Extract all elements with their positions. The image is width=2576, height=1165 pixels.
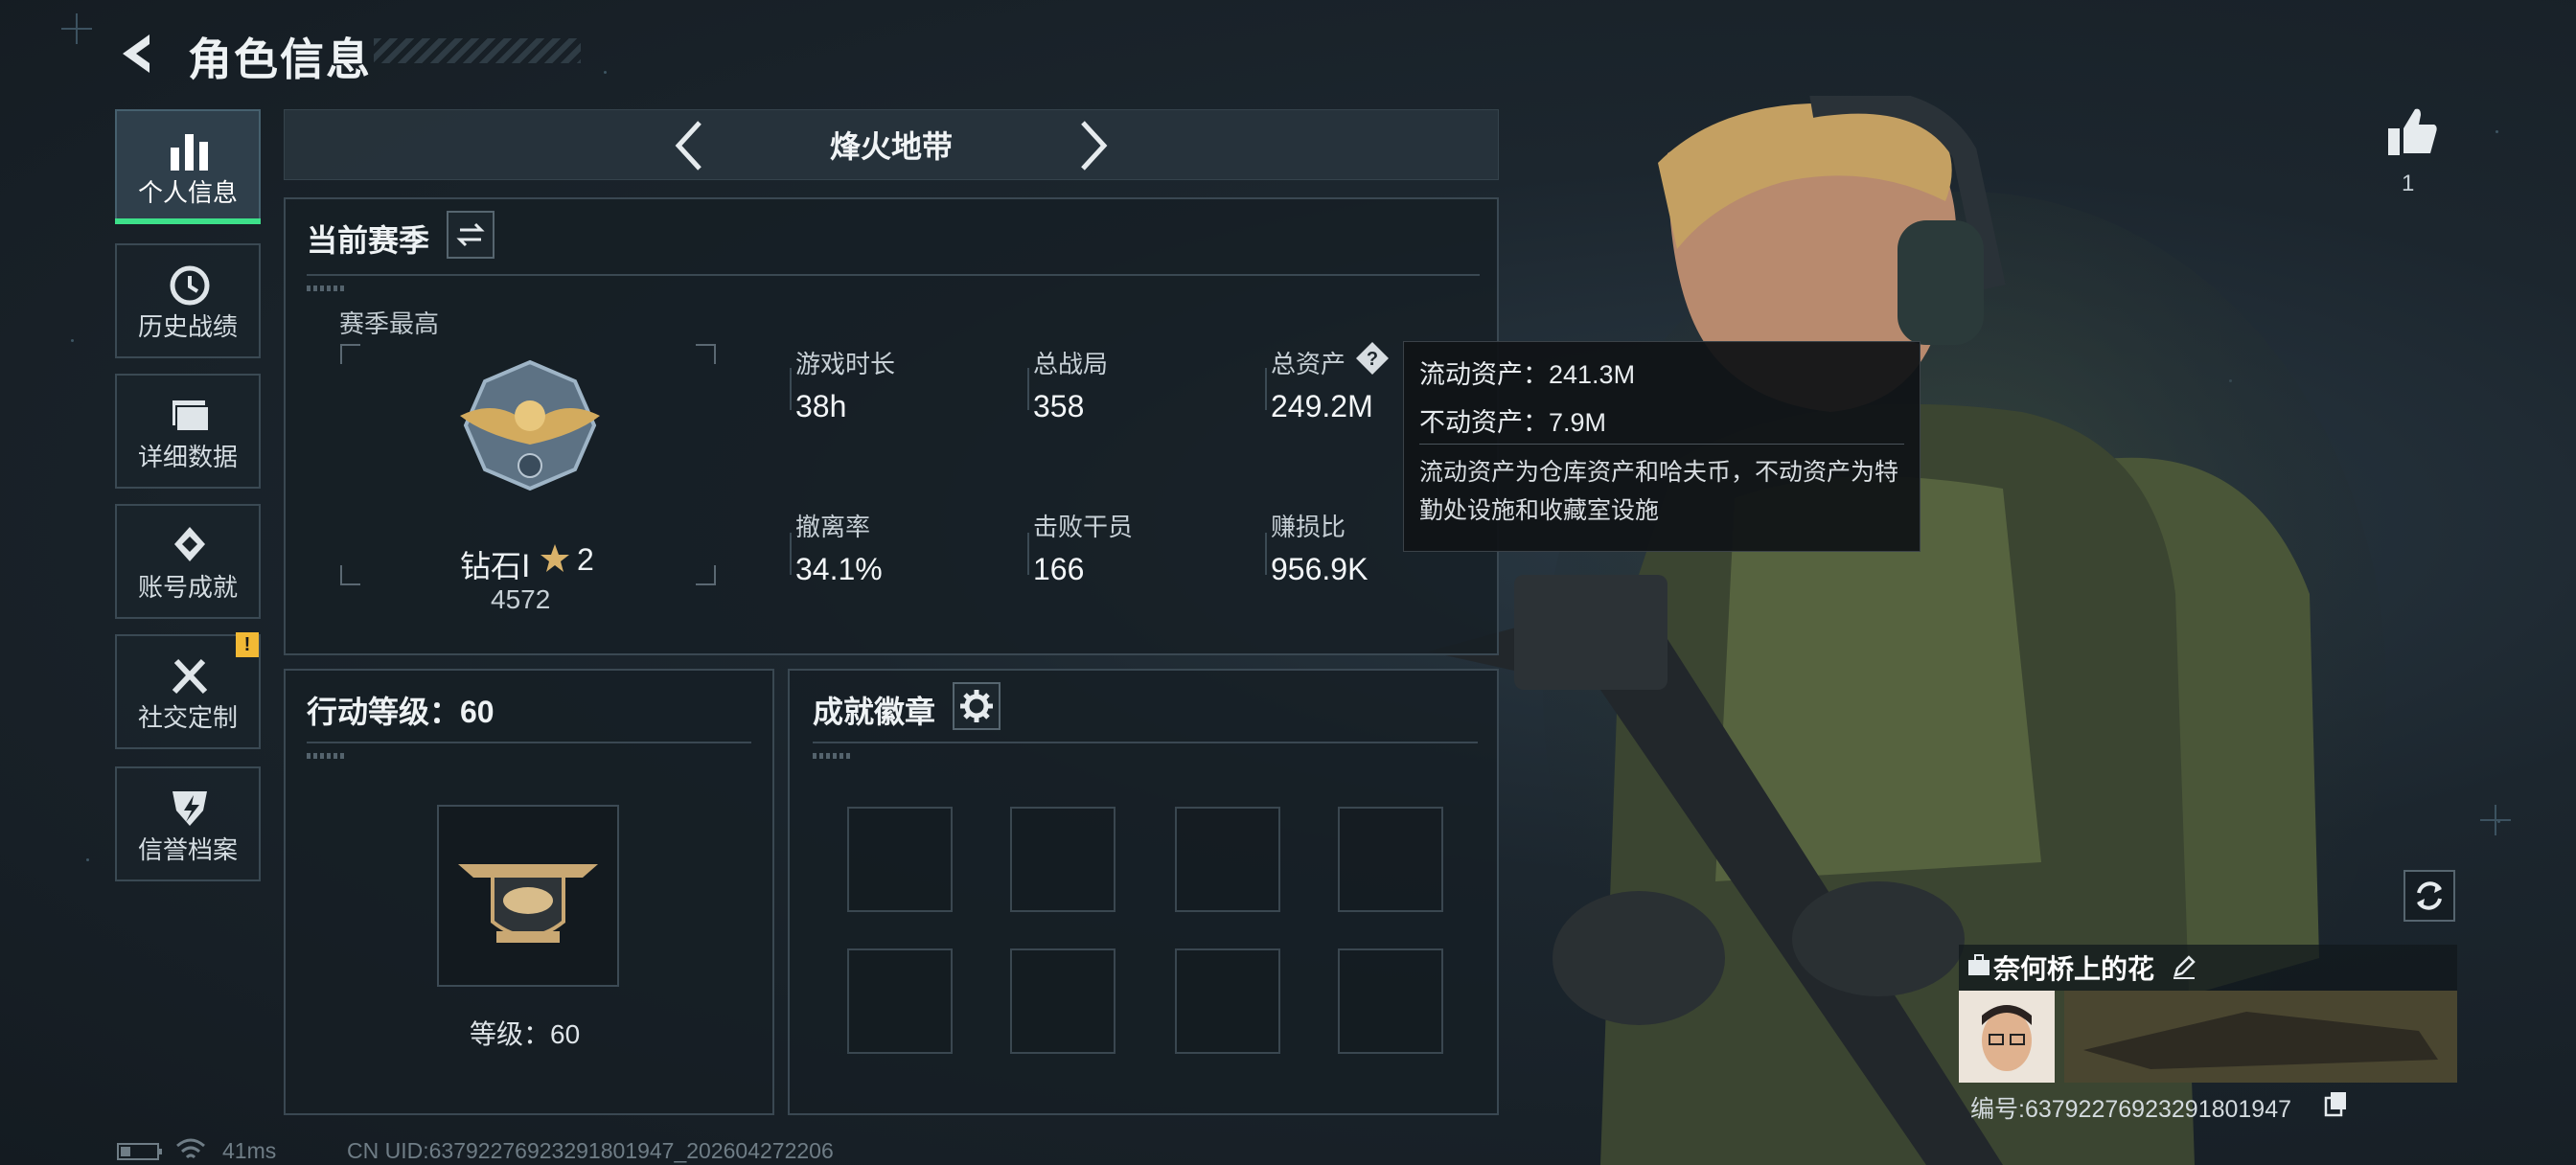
svg-text:?: ? bbox=[1367, 349, 1378, 370]
tooltip-fixed-assets: 不动资产：7.9M bbox=[1419, 408, 1607, 437]
stat-value: 249.2M bbox=[1271, 389, 1373, 423]
rank-name: 钻石Ⅰ bbox=[460, 549, 531, 583]
sidebar-item-label: 社交定制 bbox=[137, 703, 238, 732]
star-icon bbox=[540, 544, 569, 572]
achievement-icon bbox=[174, 527, 205, 561]
bar-chart-icon bbox=[171, 134, 208, 171]
refresh-button[interactable] bbox=[2404, 870, 2455, 922]
divider bbox=[1419, 444, 1904, 445]
avatar[interactable] bbox=[1959, 991, 2055, 1083]
chevron-right-icon[interactable] bbox=[1073, 119, 1112, 172]
season-title: 当前赛季 bbox=[307, 223, 430, 258]
divider bbox=[307, 274, 1480, 276]
sidebar-item-achievements[interactable]: 账号成就 bbox=[115, 504, 261, 619]
help-button[interactable]: ? bbox=[1355, 341, 1390, 376]
edit-pencil-icon[interactable] bbox=[2170, 952, 2198, 981]
season-best-label: 赛季最高 bbox=[339, 309, 440, 338]
stat-label: 游戏时长 bbox=[795, 350, 896, 378]
tooltip-description: 流动资产为仓库资产和哈夫币，不动资产为特勤处设施和收藏室设施 bbox=[1419, 459, 1899, 524]
refresh-icon bbox=[2417, 881, 2442, 910]
level-emblem-frame bbox=[437, 805, 619, 987]
divider bbox=[813, 742, 1478, 743]
crosshair-decoration bbox=[2480, 805, 2511, 835]
player-name: 奈何桥上的花 bbox=[1993, 954, 2155, 984]
badges-title: 成就徽章 bbox=[813, 695, 936, 729]
gear-icon bbox=[960, 690, 993, 722]
badge-slot[interactable] bbox=[1010, 807, 1116, 912]
badge-slot[interactable] bbox=[847, 948, 953, 1054]
stat-label: 总战局 bbox=[1033, 350, 1109, 378]
switch-season-button[interactable] bbox=[447, 211, 494, 259]
stat-label: 总资产 bbox=[1271, 350, 1346, 378]
stat-label: 赚损比 bbox=[1271, 513, 1346, 541]
footer-uid: CN UID:63792276923291801947_202604272206 bbox=[347, 1138, 834, 1163]
notification-badge: ! bbox=[236, 632, 259, 657]
sidebar-item-reputation[interactable]: 信誉档案 bbox=[115, 766, 261, 881]
mode-title: 烽火地带 bbox=[829, 129, 953, 164]
sidebar-item-label: 历史战绩 bbox=[137, 312, 238, 341]
crosshair-decoration bbox=[61, 13, 92, 44]
back-arrow-icon[interactable] bbox=[113, 29, 161, 79]
battery-icon bbox=[117, 1143, 162, 1160]
player-id: 编号:63792276923291801947 bbox=[1970, 1096, 2292, 1123]
sidebar-item-label: 账号成就 bbox=[137, 573, 238, 602]
copy-icon[interactable] bbox=[2323, 1090, 2350, 1117]
rank-emblem-icon bbox=[460, 359, 600, 491]
sidebar-item-label: 个人信息 bbox=[137, 178, 238, 207]
divider bbox=[307, 742, 751, 743]
rank-stars: 2 bbox=[577, 542, 594, 577]
badge-slot[interactable] bbox=[1010, 948, 1116, 1054]
folder-icon bbox=[172, 400, 210, 432]
sidebar-item-detail-data[interactable]: 详细数据 bbox=[115, 374, 261, 489]
avatar-face bbox=[1959, 991, 2055, 1083]
level-title: 行动等级：60 bbox=[307, 695, 494, 729]
stat-label: 撤离率 bbox=[795, 513, 871, 541]
dash-decoration bbox=[307, 753, 345, 759]
badge-settings-button[interactable] bbox=[953, 682, 1000, 730]
stat-value: 166 bbox=[1033, 552, 1085, 586]
rank-score: 4572 bbox=[491, 584, 551, 614]
badge-slot[interactable] bbox=[1175, 807, 1280, 912]
stat-value: 34.1% bbox=[795, 552, 883, 586]
sidebar-item-label: 详细数据 bbox=[137, 443, 238, 471]
tools-icon bbox=[172, 658, 208, 695]
active-indicator bbox=[115, 218, 261, 224]
briefcase-icon bbox=[1968, 954, 1990, 975]
question-icon: ? bbox=[1356, 342, 1389, 375]
dash-decoration bbox=[813, 753, 851, 759]
thumbs-up-icon bbox=[2388, 108, 2437, 155]
like-button[interactable] bbox=[2384, 103, 2442, 161]
badge-slot[interactable] bbox=[1338, 948, 1443, 1054]
swap-icon bbox=[456, 222, 485, 247]
sidebar-item-label: 信誉档案 bbox=[137, 835, 238, 864]
level-label: 等级：60 bbox=[470, 1019, 581, 1049]
title-decoration bbox=[374, 38, 581, 63]
history-clock-icon bbox=[170, 265, 210, 306]
stat-value: 956.9K bbox=[1271, 552, 1368, 586]
stat-label: 击败干员 bbox=[1033, 513, 1134, 541]
sidebar-item-history[interactable]: 历史战绩 bbox=[115, 243, 261, 358]
page-title: 角色信息 bbox=[188, 34, 372, 84]
like-count: 1 bbox=[2402, 171, 2415, 196]
dash-decoration bbox=[307, 286, 345, 291]
lightning-shield-icon bbox=[172, 791, 207, 826]
badge-slot[interactable] bbox=[1338, 807, 1443, 912]
wifi-icon bbox=[176, 1138, 205, 1159]
sidebar-item-personal-info[interactable]: 个人信息 bbox=[115, 109, 261, 224]
stat-value: 38h bbox=[795, 389, 847, 423]
helicopter-emblem-icon bbox=[458, 864, 598, 943]
ping-text: 41ms bbox=[222, 1138, 277, 1163]
badge-slot[interactable] bbox=[1175, 948, 1280, 1054]
tooltip-liquid-assets: 流动资产：241.3M bbox=[1419, 360, 1636, 389]
asset-tooltip: 流动资产：241.3M 不动资产：7.9M 流动资产为仓库资产和哈夫币，不动资产… bbox=[1403, 341, 1920, 552]
stat-value: 358 bbox=[1033, 389, 1085, 423]
badge-slot[interactable] bbox=[847, 807, 953, 912]
